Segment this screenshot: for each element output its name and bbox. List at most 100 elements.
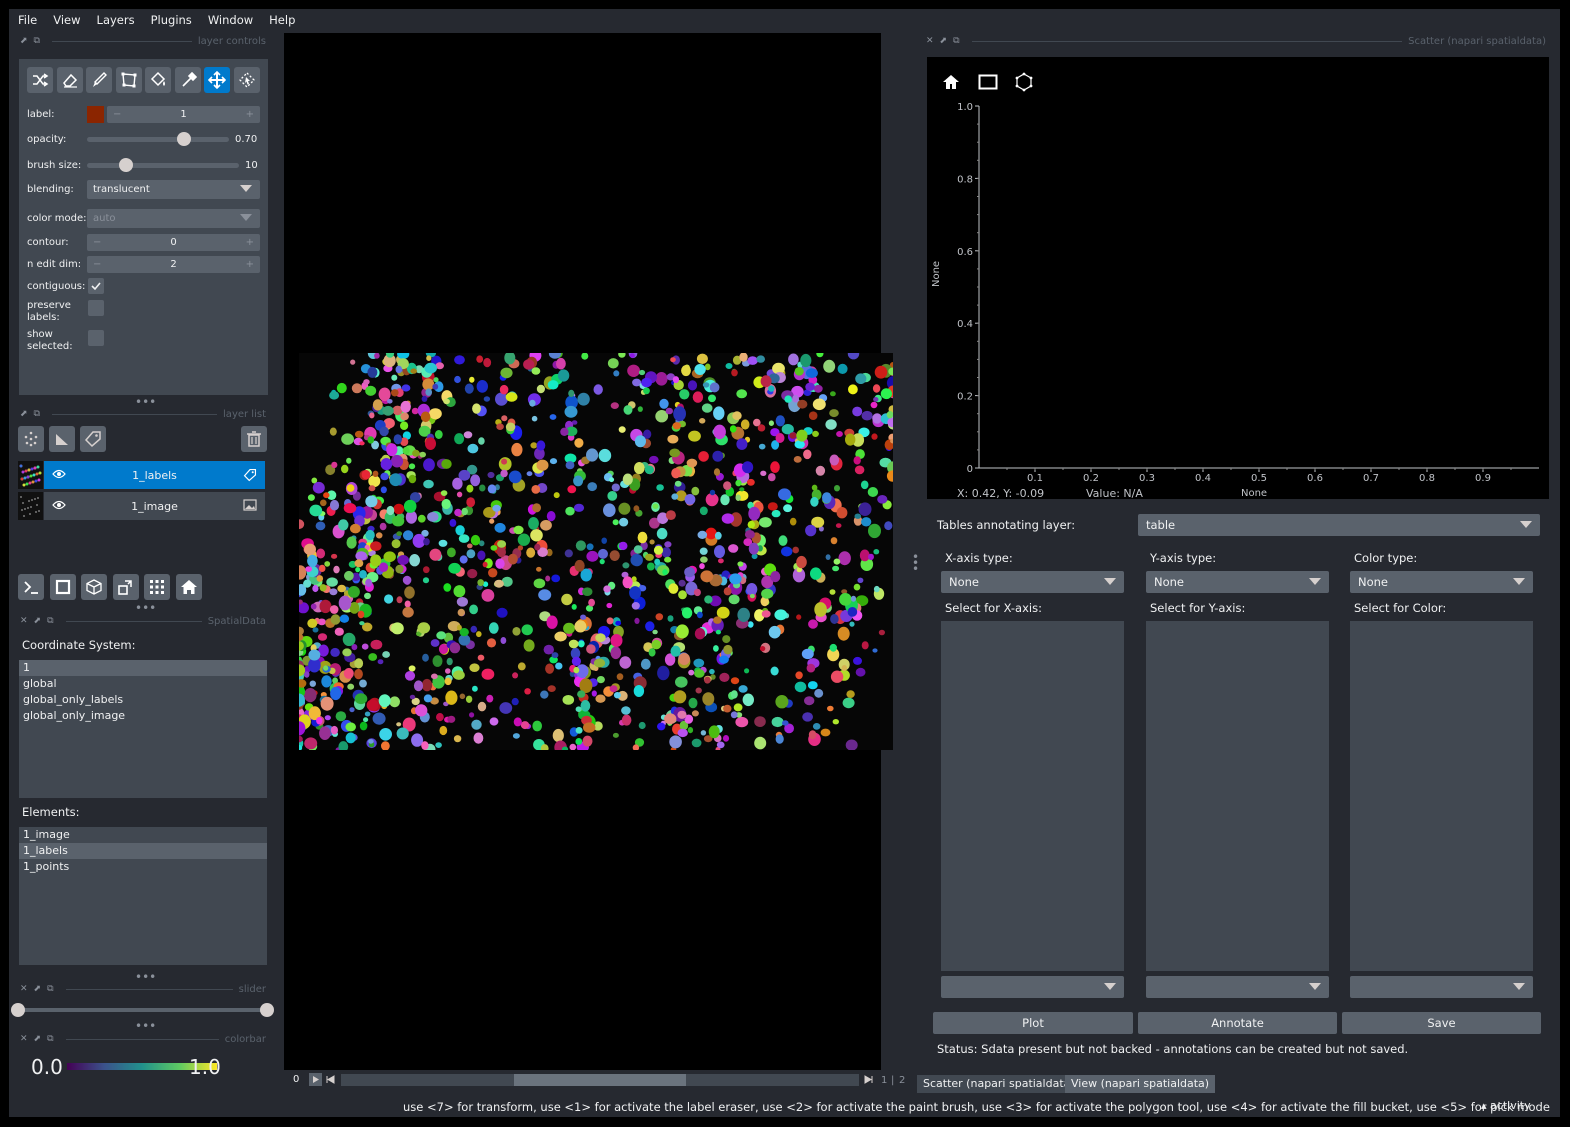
list-item[interactable]: global_only_labels: [19, 692, 267, 708]
color-mode-dropdown[interactable]: auto: [87, 209, 260, 228]
close-icon[interactable]: ✕: [20, 1034, 28, 1044]
list-item[interactable]: 1_points: [19, 859, 267, 875]
color-select-list[interactable]: [1350, 621, 1533, 971]
save-button[interactable]: Save: [1342, 1012, 1541, 1034]
range-slider-max-handle[interactable]: [260, 1003, 274, 1017]
pan-zoom-button[interactable]: [233, 67, 260, 93]
float-icon[interactable]: ⬈: [940, 36, 948, 46]
paint-brush-button[interactable]: [86, 67, 112, 93]
tab-scatter[interactable]: Scatter (napari spatialdata): [917, 1075, 1081, 1093]
menu-window[interactable]: Window: [208, 13, 253, 27]
transpose-button[interactable]: [112, 574, 139, 600]
close-icon[interactable]: ✕: [926, 36, 934, 46]
range-slider[interactable]: [18, 1008, 268, 1012]
label-spinbox[interactable]: − 1 +: [107, 106, 260, 123]
float-icon[interactable]: ⬈: [34, 1034, 42, 1044]
x-axis-select-list[interactable]: [941, 621, 1124, 971]
viewer-canvas[interactable]: [284, 33, 893, 1070]
eraser-icon: [62, 73, 77, 88]
menu-file[interactable]: File: [18, 13, 37, 27]
preserve-labels-checkbox[interactable]: [88, 300, 104, 316]
dims-current[interactable]: 1: [881, 1075, 887, 1086]
shuffle-colors-button[interactable]: [27, 67, 53, 93]
close-icon[interactable]: ✕: [20, 984, 28, 994]
new-points-layer-button[interactable]: [18, 426, 44, 452]
list-item[interactable]: 1_labels: [19, 843, 267, 859]
undock-icon[interactable]: ⧉: [34, 409, 40, 419]
menu-help[interactable]: Help: [269, 13, 295, 27]
opacity-slider-handle[interactable]: [177, 132, 191, 146]
undock-icon[interactable]: ⧉: [47, 984, 53, 994]
list-item[interactable]: global_only_image: [19, 708, 267, 724]
list-item[interactable]: 1_image: [19, 827, 267, 843]
menu-view[interactable]: View: [53, 13, 80, 27]
undock-icon[interactable]: ⧉: [34, 36, 40, 46]
delete-layer-button[interactable]: [241, 426, 267, 452]
colorbar-min: 0.0: [31, 1055, 63, 1079]
float-icon[interactable]: ⬈: [20, 409, 28, 419]
color-type-dropdown[interactable]: None: [1350, 571, 1533, 593]
polygon-button[interactable]: [115, 67, 142, 93]
new-labels-layer-button[interactable]: [80, 426, 106, 452]
float-icon[interactable]: ⬈: [20, 36, 28, 46]
list-item[interactable]: 1: [19, 660, 267, 676]
tab-view[interactable]: View (napari spatialdata): [1065, 1075, 1216, 1093]
elements-list[interactable]: 1_image 1_labels 1_points: [19, 827, 267, 965]
undock-icon[interactable]: ⧉: [953, 36, 959, 46]
dims-slider-handle[interactable]: [514, 1074, 686, 1086]
coordinate-system-list[interactable]: 1 global global_only_labels global_only_ima…: [19, 660, 267, 798]
x-axis-sub-dropdown[interactable]: [941, 976, 1124, 998]
transform-button[interactable]: [204, 67, 230, 93]
step-forward-button[interactable]: [862, 1073, 875, 1086]
plot-button[interactable]: Plot: [933, 1012, 1133, 1034]
scatter-plot-area[interactable]: 0.1 0.2 0.3 0.4 0.5 0.6 0.7 0.8 0.9 0 0.2 0.4 0.6 0.8…: [927, 57, 1549, 500]
undock-icon[interactable]: ⧉: [47, 616, 53, 626]
y-axis-select-list[interactable]: [1146, 621, 1329, 971]
menu-layers[interactable]: Layers: [97, 13, 135, 27]
colorbar-max: 1.0: [189, 1055, 221, 1079]
n-edit-dim-spinbox[interactable]: − 2 +: [87, 256, 260, 273]
annotate-button[interactable]: Annotate: [1138, 1012, 1337, 1034]
menu-plugins[interactable]: Plugins: [151, 13, 192, 27]
console-button[interactable]: [18, 574, 44, 600]
step-back-button[interactable]: [324, 1073, 337, 1086]
brush-size-slider[interactable]: [87, 163, 239, 168]
reset-view-button[interactable]: [175, 574, 202, 600]
grid-button[interactable]: [144, 574, 170, 600]
color-sub-dropdown[interactable]: [1350, 976, 1533, 998]
opacity-slider[interactable]: [87, 137, 229, 142]
float-icon[interactable]: ⬈: [34, 984, 42, 994]
fill-bucket-button[interactable]: [145, 67, 171, 93]
resize-handle-icon[interactable]: •••: [135, 601, 156, 615]
new-shapes-layer-button[interactable]: [49, 426, 75, 452]
dims-slider-track[interactable]: [341, 1074, 859, 1086]
y-axis-sub-dropdown[interactable]: [1146, 976, 1329, 998]
contour-spinbox[interactable]: − 0 +: [87, 234, 260, 251]
activity-button[interactable]: ▴ activity: [1481, 1099, 1531, 1112]
undock-icon[interactable]: ⧉: [47, 1034, 53, 1044]
roll-dims-button[interactable]: [81, 574, 107, 600]
eraser-button[interactable]: [56, 67, 83, 93]
tables-dropdown[interactable]: table: [1138, 514, 1540, 536]
layer-row[interactable]: 1_labels: [44, 461, 265, 489]
close-icon[interactable]: ✕: [20, 616, 28, 626]
range-slider-min-handle[interactable]: [11, 1003, 25, 1017]
resize-handle-icon[interactable]: •••: [135, 1019, 156, 1033]
color-picker-icon: [181, 71, 197, 87]
list-item[interactable]: global: [19, 676, 267, 692]
contiguous-checkbox[interactable]: [88, 278, 104, 294]
layer-row[interactable]: 1_image: [44, 492, 265, 520]
show-selected-checkbox[interactable]: [88, 330, 104, 346]
play-button[interactable]: [309, 1073, 322, 1086]
ndisplay-button[interactable]: [49, 574, 76, 600]
label-color-swatch[interactable]: [87, 106, 104, 123]
float-icon[interactable]: ⬈: [34, 616, 42, 626]
brush-size-slider-handle[interactable]: [119, 158, 133, 172]
splitter-handle-icon[interactable]: • • •: [912, 551, 919, 575]
y-axis-type-dropdown[interactable]: None: [1146, 571, 1329, 593]
blending-dropdown[interactable]: translucent: [87, 180, 260, 199]
x-axis-type-dropdown[interactable]: None: [941, 571, 1124, 593]
y-tick-label: 0.8: [957, 174, 973, 185]
preserve-labels-label: preserve labels:: [27, 300, 71, 323]
color-picker-button[interactable]: [174, 67, 201, 93]
